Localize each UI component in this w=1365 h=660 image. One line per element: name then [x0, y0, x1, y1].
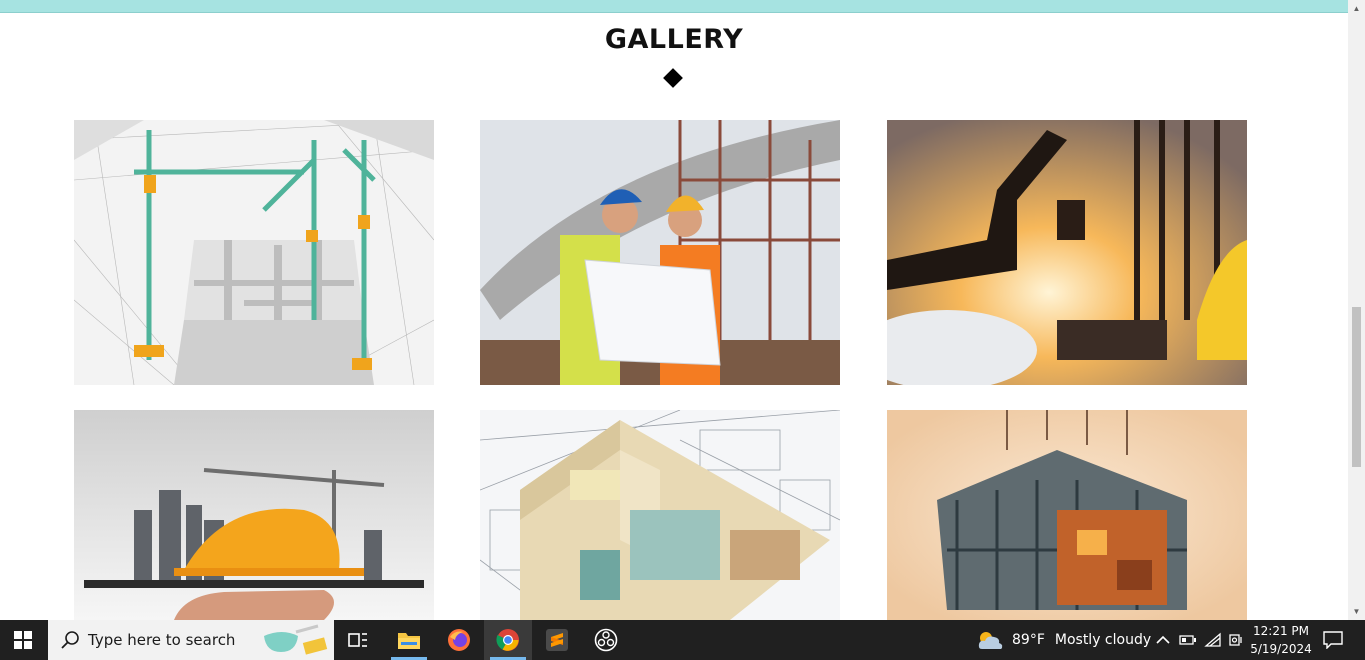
cloudy-weather-icon [978, 632, 1003, 649]
chrome-button[interactable] [484, 620, 532, 660]
gallery-heading: GALLERY [604, 24, 744, 55]
weather-description: Mostly cloudy [1054, 632, 1152, 648]
notification-center-button[interactable] [1318, 620, 1348, 660]
gallery-image-4[interactable] [74, 410, 434, 620]
battery-icon [1179, 635, 1196, 645]
firefox-button[interactable] [435, 620, 483, 660]
clock-time: 12:21 PM [1253, 624, 1309, 638]
weather-widget[interactable]: 89°F Mostly cloudy [976, 620, 1151, 660]
clock-date: 5/19/2024 [1250, 642, 1312, 656]
steel-frame-building-image [887, 410, 1247, 620]
battery-status[interactable] [1176, 620, 1200, 660]
chrome-icon [496, 629, 519, 651]
file-explorer-button[interactable] [385, 620, 433, 660]
weather-temperature: 89°F [1012, 632, 1045, 648]
system-clock[interactable]: 12:21 PM 5/19/2024 [1248, 622, 1314, 658]
top-accent-bar [0, 0, 1348, 13]
windows-logo-icon [14, 631, 32, 649]
scroll-down-arrow-icon[interactable]: ▼ [1348, 603, 1365, 620]
search-icon [61, 631, 79, 649]
search-highlight-illustration-icon [264, 624, 328, 655]
gallery-image-1[interactable] [74, 120, 434, 385]
search-placeholder: Type here to search [88, 631, 236, 649]
engineers-image [480, 120, 840, 385]
taskbar-search-box[interactable]: Type here to search [48, 620, 334, 660]
task-view-icon [348, 633, 367, 647]
gallery-image-2[interactable] [480, 120, 840, 385]
obs-icon [594, 628, 618, 652]
notification-icon [1323, 631, 1343, 649]
obs-studio-button[interactable] [582, 620, 630, 660]
scrollbar-thumb[interactable] [1352, 307, 1361, 467]
crane-model-image [74, 120, 434, 385]
gallery-image-6[interactable] [887, 410, 1247, 620]
sublime-icon [546, 629, 568, 651]
hand-tablet-city-image [74, 410, 434, 620]
start-button[interactable] [0, 620, 46, 660]
vertical-scrollbar[interactable]: ▲ ▼ [1348, 0, 1365, 620]
sublime-text-button[interactable] [533, 620, 581, 660]
firefox-icon [448, 629, 470, 651]
isometric-house-image [480, 410, 840, 620]
scroll-up-arrow-icon[interactable]: ▲ [1348, 0, 1365, 17]
gallery-image-3[interactable] [887, 120, 1247, 385]
folder-icon [398, 633, 420, 649]
gallery-image-5[interactable] [480, 410, 840, 620]
windows-taskbar: Type here to search 89°F Mostly cloudy 1… [0, 620, 1365, 660]
heading-diamond-divider [663, 68, 683, 88]
show-hidden-icons-button[interactable] [1152, 620, 1174, 660]
wifi-icon [1204, 632, 1221, 647]
speaker-icon [1229, 634, 1242, 646]
task-view-button[interactable] [334, 620, 382, 660]
network-status[interactable] [1201, 620, 1225, 660]
volume-control[interactable] [1225, 620, 1247, 660]
excavator-sunset-image [887, 120, 1247, 385]
chevron-up-icon [1156, 635, 1170, 644]
